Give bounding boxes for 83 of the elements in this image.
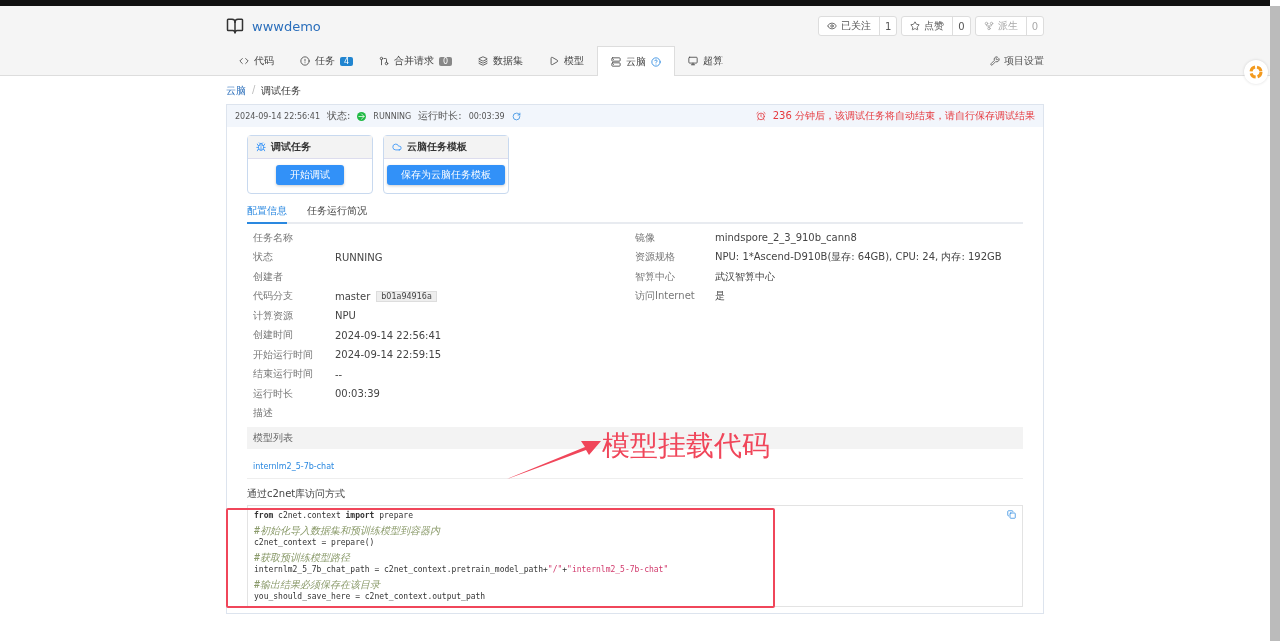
field-value: 2024-09-14 22:59:15 [335,349,442,361]
book-icon [226,17,244,35]
status-label: 状态: [326,109,351,123]
fork-icon [983,21,994,31]
code-line: #输出结果必须保存在该目录 [254,579,382,591]
repo-name[interactable]: wwwdemo [252,18,321,34]
nav-tab[interactable]: 数据集 [465,47,537,75]
play-icon [549,56,560,66]
alarm-icon [755,111,766,121]
field-label: 运行时长 [253,386,294,401]
nav-tab[interactable]: 云脑 [597,46,676,76]
field-value: 是 [715,289,725,304]
help-icon [651,56,662,67]
breadcrumb-link[interactable]: 云脑 [226,84,246,98]
nav-tab[interactable]: 模型 [536,47,598,75]
detail-tab[interactable]: 任务运行简况 [307,200,367,224]
model-link[interactable]: internlm2_5-7b-chat [253,462,335,471]
field-label: 状态 [253,250,274,265]
breadcrumb-separator: / [252,84,256,97]
alert-icon [300,56,310,66]
field-value: NPU [335,310,356,322]
duration-label: 运行时长: [418,109,462,123]
code-line: from c2net.context import prepare [254,510,414,521]
nav-tab[interactable]: 超算 [675,47,737,75]
field-label: 创建时间 [253,328,294,343]
status-text: RUNNING [373,111,412,121]
wrench-icon [990,56,1000,66]
action-button[interactable]: 点赞 0 [901,16,971,36]
field-label: 访问Internet [635,289,696,304]
commit-tag: b01a94916a [376,290,437,302]
assistant-button[interactable] [1244,60,1268,84]
settings-link[interactable]: 项目设置 [990,47,1044,75]
field-value: RUNNING [335,251,383,263]
merge-icon [379,56,390,66]
nav-tab[interactable]: 代码 [226,47,287,75]
code-line: internlm2_5_7b_chat_path = c2net_context.pretrain_model_path+"/"+"internlm2_5-7b-chat" [254,564,669,575]
field-value: NPU: 1*Ascend-D910B(显存: 64GB), CPU: 24, 内存: 192GB [715,250,1002,265]
field-value: mindspore_2_3_910b_cann8 [715,232,857,244]
copy-icon[interactable] [1007,510,1016,519]
card-title: 调试任务 [271,140,311,154]
server-icon [611,56,622,67]
code-line: #获取预训练模型路径 [254,552,352,564]
field-value: 2024-09-14 22:56:41 [335,329,442,341]
code-line: you_should_save_here = c2net_context.output_path [254,591,487,602]
count-badge: 0 [439,56,453,66]
card-title: 云脑任务模板 [407,140,467,154]
code-icon [239,56,249,66]
field-label: 镜像 [635,230,656,245]
refresh-icon[interactable] [511,111,521,121]
count-badge: 4 [340,56,354,66]
code-line: c2net_context = prepare() [254,537,376,548]
warning-text: 236 分钟后，该调试任务将自动结束，请自行保存调试结果 [772,109,1035,123]
field-label: 资源规格 [635,250,676,265]
field-label: 结束运行时间 [253,367,314,382]
field-label: 智算中心 [635,269,676,284]
detail-tab[interactable]: 配置信息 [247,200,287,224]
duration-text: 00:03:39 [468,111,505,121]
field-label: 计算资源 [253,308,294,323]
monitor-icon [688,56,699,66]
code-line: #初始化导入数据集和预训练模型到容器内 [254,525,442,537]
breadcrumb-current: 调试任务 [261,84,302,98]
star-icon [910,21,921,31]
field-label: 创建者 [253,269,284,284]
field-label: 代码分支 [253,289,294,304]
annotation-text: 模型挂载代码 [602,428,770,464]
bug-icon [256,142,266,152]
action-button[interactable]: 已关注 1 [817,16,898,36]
layers-icon [478,56,489,66]
field-value: master [335,290,371,302]
nav-tab[interactable]: 合并请求 0 [366,47,466,75]
field-value: 00:03:39 [335,388,380,400]
cloud-icon [392,142,402,152]
field-label: 开始运行时间 [253,347,314,362]
field-label: 任务名称 [253,230,294,245]
field-value: 武汉智算中心 [715,269,775,284]
swirl-icon [1249,65,1263,79]
created-time: 2024-09-14 22:56:41 [235,111,320,121]
field-value: -- [335,368,343,380]
field-label: 描述 [253,406,274,421]
status-icon [357,111,367,121]
section-title: 通过c2net库访问方式 [247,487,347,501]
eye-icon [826,21,837,31]
nav-tab[interactable]: 任务 4 [287,47,367,75]
